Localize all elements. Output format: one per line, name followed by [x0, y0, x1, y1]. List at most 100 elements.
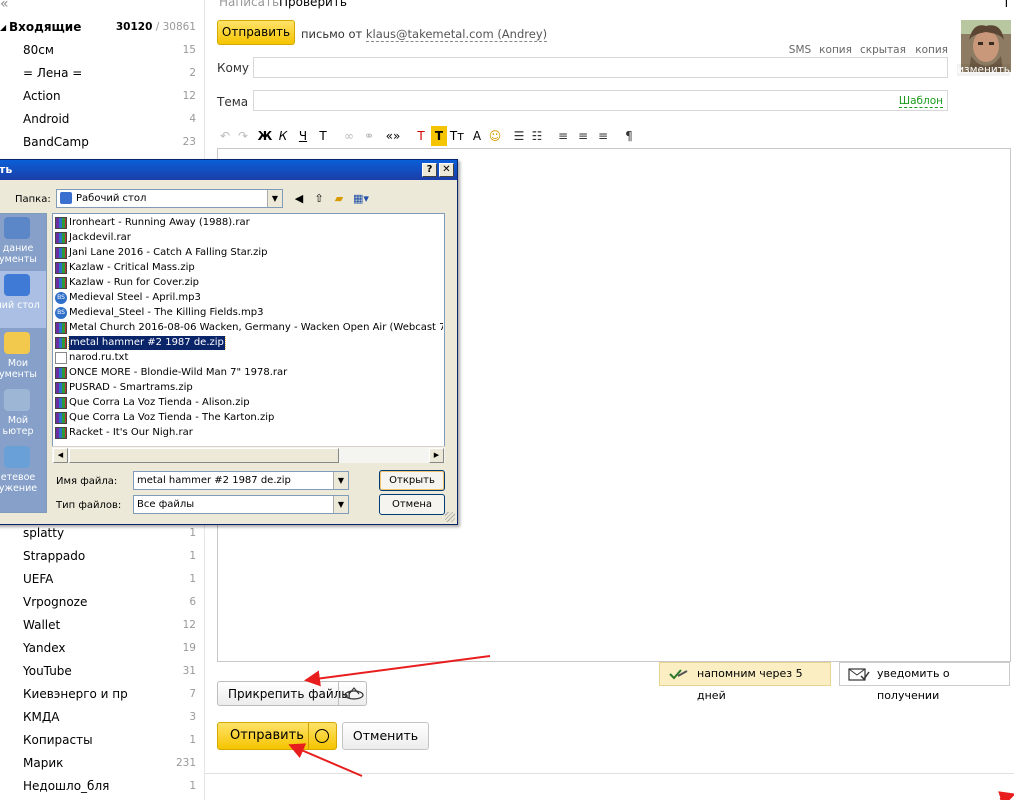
- to-input[interactable]: [253, 57, 948, 78]
- file-row[interactable]: Racket - It's Our Nigh.rar: [55, 426, 443, 440]
- my-computer-place[interactable]: Мой ьютер: [0, 386, 46, 443]
- my-documents-place[interactable]: Мои ументы: [0, 329, 46, 386]
- file-row[interactable]: Kazlaw - Run for Cover.zip: [55, 276, 443, 290]
- disk-icon[interactable]: [342, 685, 366, 703]
- folder-item[interactable]: = Лена = 2: [0, 63, 202, 86]
- file-row[interactable]: Jani Lane 2016 - Catch A Falling Star.zi…: [55, 246, 443, 260]
- file-row[interactable]: Que Corra La Voz Tienda - The Karton.zip: [55, 411, 443, 425]
- check-link[interactable]: Проверить: [279, 0, 347, 9]
- look-in-select[interactable]: Рабочий стол ▼: [56, 189, 283, 208]
- send-button[interactable]: Отправить: [217, 722, 337, 750]
- folder-item[interactable]: UEFA 1: [0, 569, 202, 592]
- file-row[interactable]: ONCE MORE - Blondie-Wild Man 7" 1978.rar: [55, 366, 443, 380]
- file-row[interactable]: PUSRAD - Smartrams.zip: [55, 381, 443, 395]
- file-row[interactable]: Kazlaw - Critical Mass.zip: [55, 261, 443, 275]
- collapse-icon[interactable]: «: [0, 0, 9, 12]
- bold-icon[interactable]: Ж: [257, 126, 273, 146]
- chevron-down-icon[interactable]: ▼: [333, 472, 348, 489]
- file-row[interactable]: Jackdevil.rar: [55, 231, 443, 245]
- attach-files-button[interactable]: Прикрепить файлы: [217, 681, 367, 706]
- numbered-list-icon[interactable]: ☷: [529, 126, 545, 146]
- filetype-select[interactable]: Все файлы ▼: [133, 495, 349, 514]
- notify-button[interactable]: уведомить о получении: [839, 662, 1010, 702]
- folder-item[interactable]: Копирасты 1: [0, 730, 202, 753]
- folder-item[interactable]: YouTube 31: [0, 661, 202, 684]
- view-menu-icon[interactable]: ▦▾: [353, 191, 369, 207]
- folder-inbox[interactable]: ◢ Входящие 30120 / 30861: [0, 17, 202, 40]
- file-row[interactable]: BS Medieval Steel - April.mp3: [55, 291, 443, 305]
- top-right-link[interactable]: Г: [1005, 0, 1012, 10]
- folder-item[interactable]: КМДА 3: [0, 707, 202, 730]
- folder-item[interactable]: Wallet 12: [0, 615, 202, 638]
- folder-item[interactable]: Yandex 19: [0, 638, 202, 661]
- sms-link[interactable]: SMS: [789, 44, 811, 56]
- file-row[interactable]: Que Corra La Voz Tienda - Alison.zip: [55, 396, 443, 410]
- undo-icon[interactable]: ↶: [217, 126, 233, 146]
- open-button[interactable]: Открыть: [379, 470, 445, 491]
- remind-button[interactable]: напомним через 5 дней: [659, 662, 831, 702]
- folder-item[interactable]: 80см 15: [0, 40, 202, 63]
- file-row-selected[interactable]: metal hammer #2 1987 de.zip: [55, 336, 443, 350]
- help-button[interactable]: ?: [422, 163, 437, 177]
- redo-icon[interactable]: ↷: [235, 126, 251, 146]
- clock-icon[interactable]: [315, 729, 329, 743]
- chevron-down-icon[interactable]: ▼: [267, 190, 282, 207]
- clear-format-icon[interactable]: A: [469, 126, 485, 146]
- chevron-down-icon[interactable]: ▼: [333, 496, 348, 513]
- cancel-button[interactable]: Отменить: [342, 722, 429, 750]
- link-icon[interactable]: ∞: [341, 126, 357, 146]
- file-row[interactable]: Metal Church 2016-08-06 Wacken, Germany …: [55, 321, 443, 335]
- bullet-list-icon[interactable]: ☰: [511, 126, 527, 146]
- scroll-thumb[interactable]: [69, 448, 339, 463]
- cc-link[interactable]: копия: [819, 44, 852, 56]
- scroll-left-icon[interactable]: ◀: [53, 448, 68, 463]
- file-list[interactable]: Ironheart - Running Away (1988).rar Jackd…: [52, 213, 445, 456]
- font-size-icon[interactable]: Tт: [449, 126, 465, 146]
- avatar-change-link[interactable]: изменить: [957, 64, 1010, 76]
- template-link[interactable]: Шаблон: [898, 95, 943, 108]
- folder-item[interactable]: BandCamp 23: [0, 132, 202, 155]
- close-button[interactable]: ✕: [439, 163, 454, 177]
- write-link[interactable]: Написать: [219, 0, 279, 9]
- dialog-cancel-button[interactable]: Отмена: [379, 494, 445, 515]
- bcc-link[interactable]: скрытая копия: [860, 44, 948, 56]
- align-right-icon[interactable]: ≡: [595, 126, 611, 146]
- folder-item[interactable]: Vrpognoze 6: [0, 592, 202, 615]
- quote-icon[interactable]: «»: [385, 126, 401, 146]
- highlight-icon[interactable]: T: [431, 126, 447, 146]
- file-row[interactable]: Ironheart - Running Away (1988).rar: [55, 216, 443, 230]
- folder-item[interactable]: Киевэнерго и пр 7: [0, 684, 202, 707]
- back-icon[interactable]: ◀: [291, 191, 307, 207]
- file-row[interactable]: BS Medieval_Steel - The Killing Fields.mp…: [55, 306, 443, 320]
- horizontal-scrollbar[interactable]: ◀ ▶: [52, 446, 445, 463]
- smiley-icon[interactable]: ☺: [487, 126, 503, 146]
- recent-documents-place[interactable]: дание ументы: [0, 214, 46, 271]
- underline-icon[interactable]: Ч: [295, 126, 311, 146]
- align-center-icon[interactable]: ≡: [575, 126, 591, 146]
- folder-item[interactable]: Марик 231: [0, 753, 202, 776]
- text-color-icon[interactable]: T: [413, 126, 429, 146]
- filename-input[interactable]: metal hammer #2 1987 de.zip ▼: [133, 471, 349, 490]
- italic-icon[interactable]: К: [275, 126, 291, 146]
- folder-item[interactable]: Android 4: [0, 109, 202, 132]
- folder-item[interactable]: Strappado 1: [0, 546, 202, 569]
- dialog-title-bar[interactable]: ть: [0, 160, 457, 180]
- align-left-icon[interactable]: ≡: [555, 126, 571, 146]
- expand-arrow-icon[interactable]: ◢: [0, 23, 6, 32]
- resize-grip[interactable]: [445, 512, 455, 522]
- up-folder-icon[interactable]: ⇧: [311, 191, 327, 207]
- new-folder-icon[interactable]: ▰: [331, 191, 347, 207]
- subject-input[interactable]: Шаблон: [253, 90, 948, 111]
- scroll-right-icon[interactable]: ▶: [429, 448, 444, 463]
- send-button-top[interactable]: Отправить: [217, 20, 295, 45]
- unlink-icon[interactable]: ⚭: [361, 126, 377, 146]
- network-place[interactable]: етевое ужение: [0, 443, 46, 500]
- strikethrough-icon[interactable]: Т: [315, 126, 331, 146]
- from-address[interactable]: klaus@takemetal.com (Andrey): [365, 27, 548, 42]
- folder-item[interactable]: Action 12: [0, 86, 202, 109]
- folder-item[interactable]: Недошло_бля 1: [0, 776, 202, 799]
- file-row[interactable]: narod.ru.txt: [55, 351, 443, 365]
- folder-item[interactable]: splatty 1: [0, 523, 202, 546]
- format-painter-icon[interactable]: ¶: [621, 126, 637, 146]
- desktop-place[interactable]: чий стол: [0, 271, 46, 328]
